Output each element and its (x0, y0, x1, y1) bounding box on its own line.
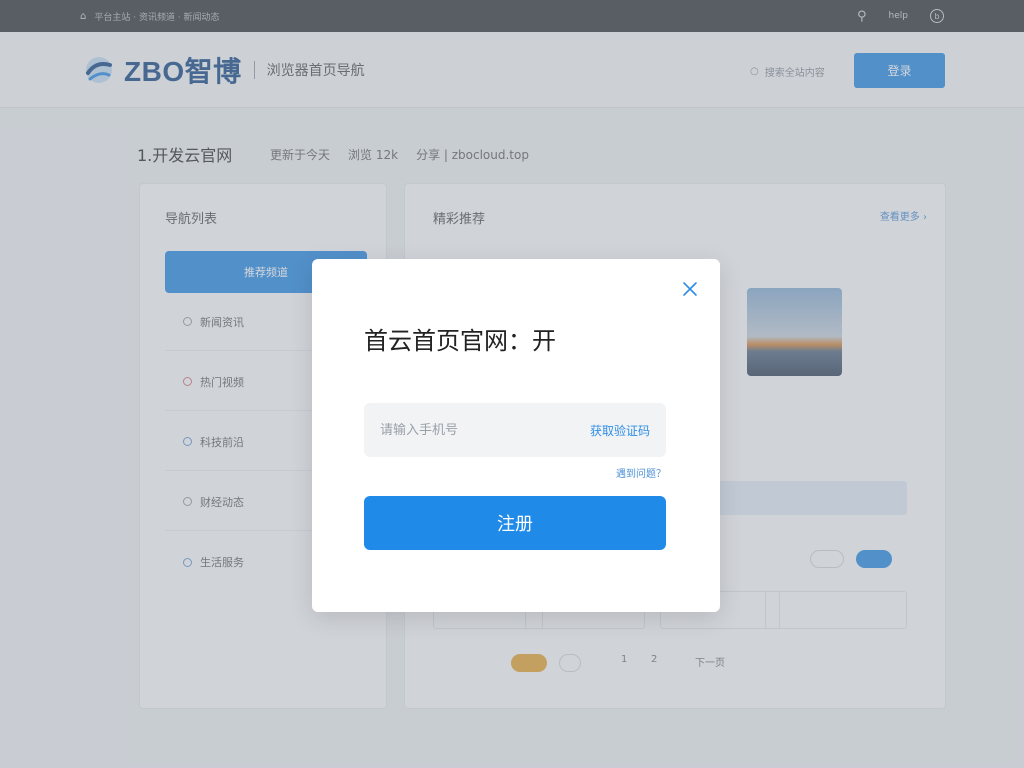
get-code-link[interactable]: 获取验证码 (590, 422, 650, 439)
register-button[interactable]: 注册 (364, 496, 666, 550)
phone-field: 获取验证码 (364, 403, 666, 457)
dialog-title: 首云首页官网：开 (364, 327, 556, 355)
help-link[interactable]: 遇到问题？ (616, 465, 666, 480)
register-dialog: 首云首页官网：开 获取验证码 遇到问题？ 注册 (312, 259, 720, 612)
close-button[interactable] (677, 276, 703, 302)
close-icon (683, 282, 697, 296)
phone-input[interactable] (380, 422, 590, 438)
